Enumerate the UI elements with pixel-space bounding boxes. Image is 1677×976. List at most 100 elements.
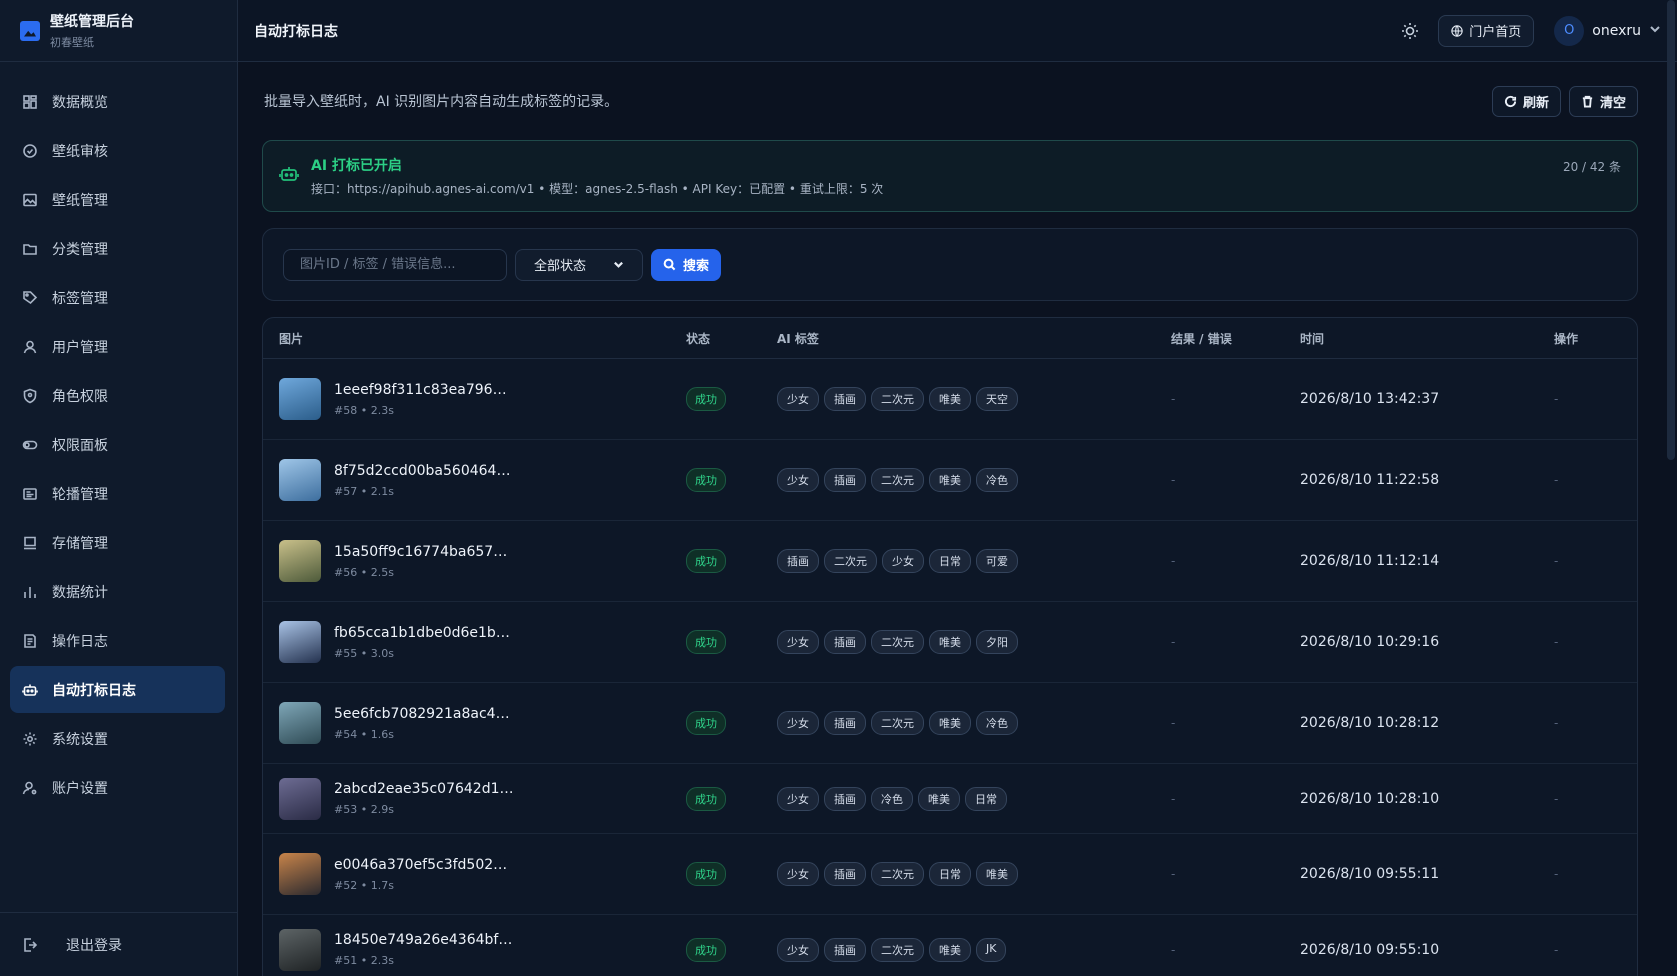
chevron-down-icon xyxy=(1649,23,1661,39)
sidebar-item-label: 数据概览 xyxy=(52,94,108,111)
sidebar-item-2[interactable]: 壁纸管理 xyxy=(10,176,225,223)
table-row[interactable]: 8f75d2ccd00ba560464f.p… #57 • 2.1s 成功 少女 插画二… xyxy=(263,440,1637,521)
sidebar-item-14[interactable]: 账户设置 xyxy=(10,764,225,811)
sidebar-item-4[interactable]: 标签管理 xyxy=(10,274,225,321)
ai-tag: 日常 xyxy=(929,549,971,573)
robot-icon xyxy=(22,682,38,698)
status-badge: 成功 xyxy=(686,862,726,886)
result-cell: - xyxy=(1171,716,1176,730)
time-cell: 2026/8/10 13:42:37 xyxy=(1300,391,1440,407)
duration: 2.9s xyxy=(370,803,394,816)
sidebar-item-label: 标签管理 xyxy=(52,290,108,307)
wallpaper-thumbnail[interactable] xyxy=(279,928,321,971)
robot-icon xyxy=(279,164,299,188)
refresh-button[interactable]: 刷新 xyxy=(1491,85,1561,117)
globe-icon xyxy=(1451,24,1463,37)
sidebar-item-11[interactable]: 操作日志 xyxy=(10,617,225,664)
table-row[interactable]: e0046a370ef5c3fd5028.jpg #52 • 1.7s 成功 少女 插画… xyxy=(263,834,1637,915)
ai-tag: 二次元 xyxy=(871,468,924,492)
sidebar-item-9[interactable]: 存储管理 xyxy=(10,519,225,566)
sidebar-item-8[interactable]: 轮播管理 xyxy=(10,470,225,517)
sidebar-item-10[interactable]: 数据统计 xyxy=(10,568,225,615)
brand[interactable]: 壁纸管理后台 初春壁纸 xyxy=(0,0,237,62)
table-row[interactable]: fb65cca1b1dbe0d6e1b1.… #55 • 3.0s 成功 少女 插画 二次… xyxy=(263,602,1637,683)
user-icon xyxy=(22,339,38,355)
sidebar-item-label: 账户设置 xyxy=(52,780,108,797)
table-row[interactable]: 1eeef98f311c83ea7965.jpg #58 • 2.3s 成功 少女 插画… xyxy=(263,359,1637,440)
file-name: 1eeef98f311c83ea7965.jpg xyxy=(334,381,514,398)
wallpaper-thumbnail[interactable] xyxy=(279,853,321,895)
refresh-label: 刷新 xyxy=(1522,95,1549,111)
action-cell: - xyxy=(1554,867,1559,881)
search-input[interactable] xyxy=(283,248,507,281)
brand-title: 壁纸管理后台 xyxy=(50,14,134,30)
avatar: O xyxy=(1554,15,1585,46)
carousel-icon xyxy=(22,486,38,502)
wallpaper-thumbnail[interactable] xyxy=(279,702,321,744)
sidebar-item-label: 轮播管理 xyxy=(52,486,108,503)
sidebar-item-3[interactable]: 分类管理 xyxy=(10,225,225,272)
image-id: #56 xyxy=(334,565,358,579)
table-row[interactable]: 5ee6fcb7082921a8ac4d.j… #54 • 1.6s 成功 少女 插画二… xyxy=(263,683,1637,764)
sidebar-item-7[interactable]: 权限面板 xyxy=(10,421,225,468)
action-cell: - xyxy=(1554,392,1559,406)
wallpaper-thumbnail[interactable] xyxy=(279,621,321,663)
file-meta: #54 • 1.6s xyxy=(334,727,394,741)
sidebar-item-0[interactable]: 数据概览 xyxy=(10,78,225,125)
ai-tag: 插画 xyxy=(824,786,866,811)
scrollbar[interactable] xyxy=(1667,0,1675,460)
wallpaper-thumbnail[interactable] xyxy=(279,459,321,501)
table-row[interactable]: 2abcd2eae35c07642d19.… #53 • 2.9s 成功 少女 插画 冷色… xyxy=(263,764,1637,834)
image-id: #53 xyxy=(334,803,358,816)
table-row[interactable]: 18450e749a26e4364bf9.j… #51 • 2.3s 成功 少女 插画二… xyxy=(263,915,1637,976)
duration: 2.3s xyxy=(370,403,394,417)
ai-tag: 冷色 xyxy=(871,786,913,811)
ai-tag: 插画 xyxy=(824,937,866,962)
time-cell: 2026/8/10 11:12:14 xyxy=(1300,553,1440,569)
logout-button[interactable]: 退出登录 xyxy=(0,912,238,976)
header-status: 状态 xyxy=(686,331,711,346)
image-id: #54 xyxy=(334,727,358,741)
ai-tag: JK xyxy=(976,937,1007,962)
ai-tag: 唯美 xyxy=(929,630,971,654)
result-cell: - xyxy=(1171,867,1176,881)
tag-list: 插画 二次元 少女 日常 可爱 xyxy=(777,549,1171,573)
wallpaper-thumbnail[interactable] xyxy=(279,378,321,420)
result-cell: - xyxy=(1171,473,1176,487)
wallpaper-thumbnail[interactable] xyxy=(279,777,321,820)
result-cell: - xyxy=(1171,635,1176,649)
theme-toggle-button[interactable] xyxy=(1396,17,1424,45)
ai-tag: 冷色 xyxy=(976,468,1018,492)
brand-subtitle: 初春壁纸 xyxy=(50,36,94,49)
status-badge: 成功 xyxy=(686,711,726,735)
ai-tag: 二次元 xyxy=(871,711,924,735)
result-cell: - xyxy=(1171,942,1176,957)
ai-tag: 插画 xyxy=(824,630,866,654)
sidebar-item-1[interactable]: 壁纸审核 xyxy=(10,127,225,174)
user-menu[interactable]: O onexru xyxy=(1548,15,1661,46)
clear-button[interactable]: 清空 xyxy=(1568,85,1638,117)
sidebar-item-6[interactable]: 角色权限 xyxy=(10,372,225,419)
ai-tag: 夕阳 xyxy=(976,630,1018,654)
user-settings-icon xyxy=(22,780,38,796)
ai-tag: 二次元 xyxy=(871,630,924,654)
ai-tag: 少女 xyxy=(777,387,819,411)
sidebar-item-12[interactable]: 自动打标日志 xyxy=(10,666,225,713)
header-image: 图片 xyxy=(279,331,304,346)
file-name: 15a50ff9c16774ba6570.jpg xyxy=(334,543,514,560)
sidebar-item-13[interactable]: 系统设置 xyxy=(10,715,225,762)
bar-chart-icon xyxy=(22,584,38,600)
status-select[interactable]: 全部状态 xyxy=(515,248,643,281)
time-cell: 2026/8/10 10:28:12 xyxy=(1300,715,1440,731)
table-row[interactable]: 15a50ff9c16774ba6570.jpg #56 • 2.5s 成功 插画 二次… xyxy=(263,521,1637,602)
sidebar-item-label: 壁纸管理 xyxy=(52,192,108,209)
check-circle-icon xyxy=(22,143,38,159)
image-icon xyxy=(22,192,38,208)
file-meta: #58 • 2.3s xyxy=(334,403,394,417)
wallpaper-thumbnail[interactable] xyxy=(279,540,321,582)
action-cell: - xyxy=(1554,942,1559,957)
sidebar-item-5[interactable]: 用户管理 xyxy=(10,323,225,370)
action-cell: - xyxy=(1554,635,1559,649)
portal-home-button[interactable]: 门户首页 xyxy=(1438,14,1535,47)
search-button[interactable]: 搜索 xyxy=(651,248,722,281)
